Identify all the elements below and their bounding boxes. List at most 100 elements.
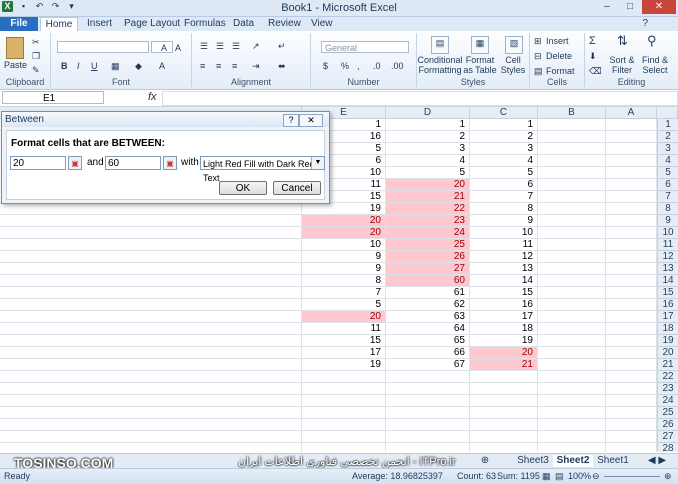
cell-b[interactable] bbox=[538, 275, 606, 287]
center-icon[interactable]: ≡ bbox=[216, 61, 221, 71]
zoom-in-icon[interactable]: ⊕ bbox=[664, 469, 672, 484]
cell-d[interactable] bbox=[386, 443, 470, 452]
row-header[interactable]: 4 bbox=[657, 155, 678, 167]
low-value-input[interactable]: 20 bbox=[10, 156, 66, 170]
row-header[interactable]: 11 bbox=[657, 239, 678, 251]
cell-c[interactable] bbox=[470, 431, 538, 443]
dialog-help-icon[interactable]: ? bbox=[283, 114, 299, 127]
minimize-icon[interactable]: – bbox=[596, 0, 618, 14]
paste-icon[interactable] bbox=[6, 37, 24, 59]
cell-d[interactable]: 21 bbox=[386, 191, 470, 203]
cell-a[interactable] bbox=[606, 287, 657, 299]
empty-cells[interactable] bbox=[0, 215, 302, 227]
fill-color-icon[interactable]: ◆ bbox=[135, 61, 142, 71]
cell-e[interactable]: 7 bbox=[302, 287, 386, 299]
empty-cells[interactable] bbox=[0, 299, 302, 311]
align-left-icon[interactable]: ≡ bbox=[200, 61, 205, 71]
row-header[interactable]: 6 bbox=[657, 179, 678, 191]
cell-a[interactable] bbox=[606, 359, 657, 371]
cell-c[interactable]: 21 bbox=[470, 359, 538, 371]
cell-b[interactable] bbox=[538, 407, 606, 419]
cell-d[interactable]: 60 bbox=[386, 275, 470, 287]
empty-cells[interactable] bbox=[0, 203, 302, 215]
tab-home[interactable]: Home bbox=[40, 17, 78, 32]
cell-b[interactable] bbox=[538, 335, 606, 347]
empty-cells[interactable] bbox=[0, 371, 302, 383]
underline-icon[interactable]: U bbox=[91, 61, 98, 71]
delete-cells-button[interactable]: Delete bbox=[546, 51, 572, 61]
cell-c[interactable]: 11 bbox=[470, 239, 538, 251]
cell-e[interactable]: 20 bbox=[302, 311, 386, 323]
cell-a[interactable] bbox=[606, 395, 657, 407]
sort-filter-button[interactable]: Sort & Filter bbox=[607, 55, 637, 75]
align-top-icon[interactable]: ☰ bbox=[200, 41, 208, 51]
cell-d[interactable]: 26 bbox=[386, 251, 470, 263]
row-header[interactable]: 8 bbox=[657, 203, 678, 215]
cell-d[interactable]: 2 bbox=[386, 131, 470, 143]
fill-icon[interactable]: ⬇ bbox=[589, 51, 597, 61]
cell-e[interactable] bbox=[302, 371, 386, 383]
align-bottom-icon[interactable]: ☰ bbox=[232, 41, 240, 51]
delete-cells-icon[interactable]: ⊟ bbox=[534, 51, 542, 61]
insert-cells-button[interactable]: Insert bbox=[546, 36, 569, 46]
cell-a[interactable] bbox=[606, 191, 657, 203]
cell-b[interactable] bbox=[538, 299, 606, 311]
column-header-d[interactable]: D bbox=[386, 107, 470, 119]
empty-cells[interactable] bbox=[0, 383, 302, 395]
cell-a[interactable] bbox=[606, 167, 657, 179]
format-select[interactable]: Light Red Fill with Dark Red Text ▼ bbox=[200, 156, 325, 183]
cell-styles-icon[interactable]: ▧ bbox=[505, 36, 523, 54]
number-format-combo[interactable]: General bbox=[321, 41, 409, 53]
row-header[interactable]: 10 bbox=[657, 227, 678, 239]
sheet-tab-sheet1[interactable]: Sheet1 bbox=[595, 455, 631, 467]
cell-c[interactable] bbox=[470, 407, 538, 419]
italic-icon[interactable]: I bbox=[77, 61, 80, 71]
cell-d[interactable]: 27 bbox=[386, 263, 470, 275]
row-header[interactable]: 5 bbox=[657, 167, 678, 179]
cell-a[interactable] bbox=[606, 275, 657, 287]
cell-e[interactable] bbox=[302, 383, 386, 395]
normal-view-icon[interactable]: ▦ bbox=[542, 469, 551, 484]
empty-cells[interactable] bbox=[0, 275, 302, 287]
cell-e[interactable] bbox=[302, 407, 386, 419]
cell-e[interactable]: 10 bbox=[302, 239, 386, 251]
cell-b[interactable] bbox=[538, 443, 606, 452]
cell-e[interactable] bbox=[302, 431, 386, 443]
grow-font-icon[interactable]: A bbox=[161, 43, 167, 53]
cell-c[interactable]: 19 bbox=[470, 335, 538, 347]
row-header[interactable]: 14 bbox=[657, 275, 678, 287]
row-header[interactable]: 27 bbox=[657, 431, 678, 443]
cell-b[interactable] bbox=[538, 167, 606, 179]
cell-c[interactable]: 13 bbox=[470, 263, 538, 275]
row-header[interactable]: 26 bbox=[657, 419, 678, 431]
format-as-table-icon[interactable]: ▦ bbox=[471, 36, 489, 54]
cell-e[interactable]: 15 bbox=[302, 335, 386, 347]
cell-styles-button[interactable]: Cell Styles bbox=[499, 55, 527, 75]
column-header-c[interactable]: C bbox=[470, 107, 538, 119]
indent-icon[interactable]: ⇥ bbox=[252, 61, 260, 71]
cell-c[interactable]: 1 bbox=[470, 119, 538, 131]
empty-cells[interactable] bbox=[0, 311, 302, 323]
column-header-b[interactable]: B bbox=[538, 107, 606, 119]
format-painter-icon[interactable]: ✎ bbox=[32, 65, 40, 75]
formula-input[interactable] bbox=[162, 91, 678, 106]
cell-e[interactable] bbox=[302, 419, 386, 431]
sheet-tab-sheet3[interactable]: Sheet3 bbox=[515, 455, 551, 467]
cell-a[interactable] bbox=[606, 263, 657, 275]
empty-cells[interactable] bbox=[0, 323, 302, 335]
cell-c[interactable]: 2 bbox=[470, 131, 538, 143]
row-header[interactable]: 16 bbox=[657, 299, 678, 311]
cell-d[interactable] bbox=[386, 419, 470, 431]
zoom-slider[interactable] bbox=[604, 476, 660, 477]
copy-icon[interactable]: ❐ bbox=[32, 51, 40, 61]
empty-cells[interactable] bbox=[0, 227, 302, 239]
cell-d[interactable]: 65 bbox=[386, 335, 470, 347]
cell-b[interactable] bbox=[538, 239, 606, 251]
clear-icon[interactable]: ⌫ bbox=[589, 66, 602, 76]
align-right-icon[interactable]: ≡ bbox=[232, 61, 237, 71]
cell-a[interactable] bbox=[606, 299, 657, 311]
column-header-a[interactable]: A bbox=[606, 107, 657, 119]
cell-a[interactable] bbox=[606, 419, 657, 431]
zoom-level[interactable]: 100% bbox=[568, 469, 591, 484]
dialog-close-icon[interactable]: ✕ bbox=[299, 114, 323, 127]
